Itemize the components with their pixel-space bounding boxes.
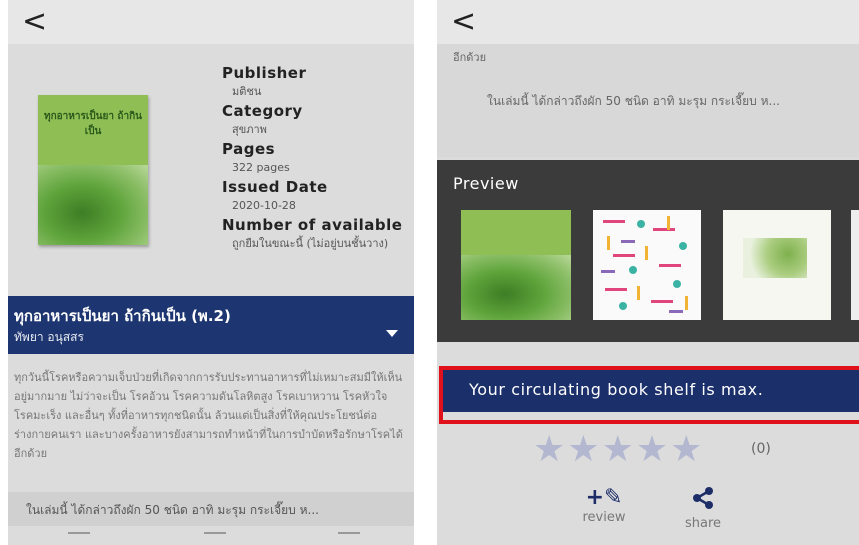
- book-title: ทุกอาหารเป็นยา ถ้ากินเป็น (พ.2): [14, 307, 231, 325]
- review-button[interactable]: +✎ review: [569, 485, 639, 526]
- share-label: share: [684, 516, 722, 531]
- top-bar: <: [437, 0, 859, 44]
- star-icon[interactable]: ★: [533, 430, 565, 470]
- home-icon[interactable]: [204, 532, 226, 537]
- book-author: ทัพยา อนุสสร: [14, 330, 84, 344]
- star-icon[interactable]: ★: [602, 430, 634, 470]
- category-value: สุขภาพ: [232, 123, 267, 136]
- excerpt-box: ในเล่มนี้ ได้กล่าวถึงผัก 50 ชนิด อาทิ มะ…: [8, 492, 414, 526]
- thumb-plant-image: [743, 238, 807, 278]
- star-icon[interactable]: ★: [636, 430, 668, 470]
- preview-thumb-pattern[interactable]: [593, 210, 701, 320]
- review-icon: +✎: [585, 485, 623, 510]
- left-screen: < ทุกอาหารเป็นยา ถ้ากินเป็น Publisher มต…: [8, 0, 414, 545]
- preview-label: Preview: [453, 174, 519, 193]
- back-nav-icon[interactable]: [338, 532, 360, 537]
- pages-label: Pages: [222, 140, 276, 158]
- issued-date-value: 2020-10-28: [232, 199, 296, 212]
- chevron-down-icon[interactable]: [386, 330, 398, 337]
- issued-date-label: Issued Date: [222, 178, 328, 196]
- rating-stars[interactable]: ★★★★★: [533, 430, 704, 470]
- available-label: Number of available: [222, 216, 403, 234]
- bottom-nav: [8, 530, 414, 545]
- back-button[interactable]: <: [22, 4, 47, 40]
- description-tail-text: อีกด้วย: [453, 51, 487, 64]
- share-button[interactable]: share: [673, 486, 733, 531]
- share-icon: [673, 486, 733, 516]
- publisher-value: มติชน: [232, 85, 262, 98]
- publisher-label: Publisher: [222, 64, 307, 82]
- highlight-box: [439, 366, 859, 424]
- preview-thumb-more[interactable]: [851, 210, 859, 320]
- rating-count: (0): [751, 441, 771, 457]
- book-cover: ทุกอาหารเป็นยา ถ้ากินเป็น: [38, 95, 148, 245]
- pages-value: 322 pages: [232, 161, 290, 174]
- book-meta: Publisher มติชน Category สุขภาพ Pages 32…: [222, 64, 412, 254]
- preview-section: Preview: [437, 160, 859, 342]
- star-icon[interactable]: ★: [670, 430, 702, 470]
- cover-leaf-image: [38, 165, 148, 245]
- preview-thumb-title[interactable]: [723, 210, 831, 320]
- review-label: review: [582, 510, 626, 525]
- cover-title: ทุกอาหารเป็นยา ถ้ากินเป็น: [44, 111, 142, 137]
- description-tail: อีกด้วย ในเล่มนี้ ได้กล่าวถึงผัก 50 ชนิด…: [437, 44, 859, 157]
- back-button[interactable]: <: [451, 4, 476, 40]
- preview-thumb-cover[interactable]: [461, 210, 571, 320]
- title-band[interactable]: ทุกอาหารเป็นยา ถ้ากินเป็น (พ.2) ทัพยา อน…: [8, 296, 414, 354]
- share-glyph: [693, 487, 713, 509]
- spacer-bar: [437, 342, 859, 366]
- excerpt-text: ในเล่มนี้ ได้กล่าวถึงผัก 50 ชนิด อาทิ มะ…: [26, 503, 319, 517]
- thumb-leaf-image: [461, 255, 571, 320]
- excerpt-text: ในเล่มนี้ ได้กล่าวถึงผัก 50 ชนิด อาทิ มะ…: [487, 94, 780, 108]
- top-bar: <: [8, 0, 414, 44]
- menu-icon[interactable]: [68, 532, 90, 537]
- right-screen: < อีกด้วย ในเล่มนี้ ได้กล่าวถึงผัก 50 ชน…: [437, 0, 859, 545]
- book-description: ทุกวันนี้โรคหรือความเจ็บป่วยที่เกิดจากกา…: [14, 371, 403, 460]
- pattern-image: [601, 216, 688, 313]
- category-label: Category: [222, 102, 303, 120]
- available-value: ถูกยืมในขณะนี้ (ไม่อยู่บนชั้นวาง): [232, 237, 389, 250]
- star-icon[interactable]: ★: [567, 430, 599, 470]
